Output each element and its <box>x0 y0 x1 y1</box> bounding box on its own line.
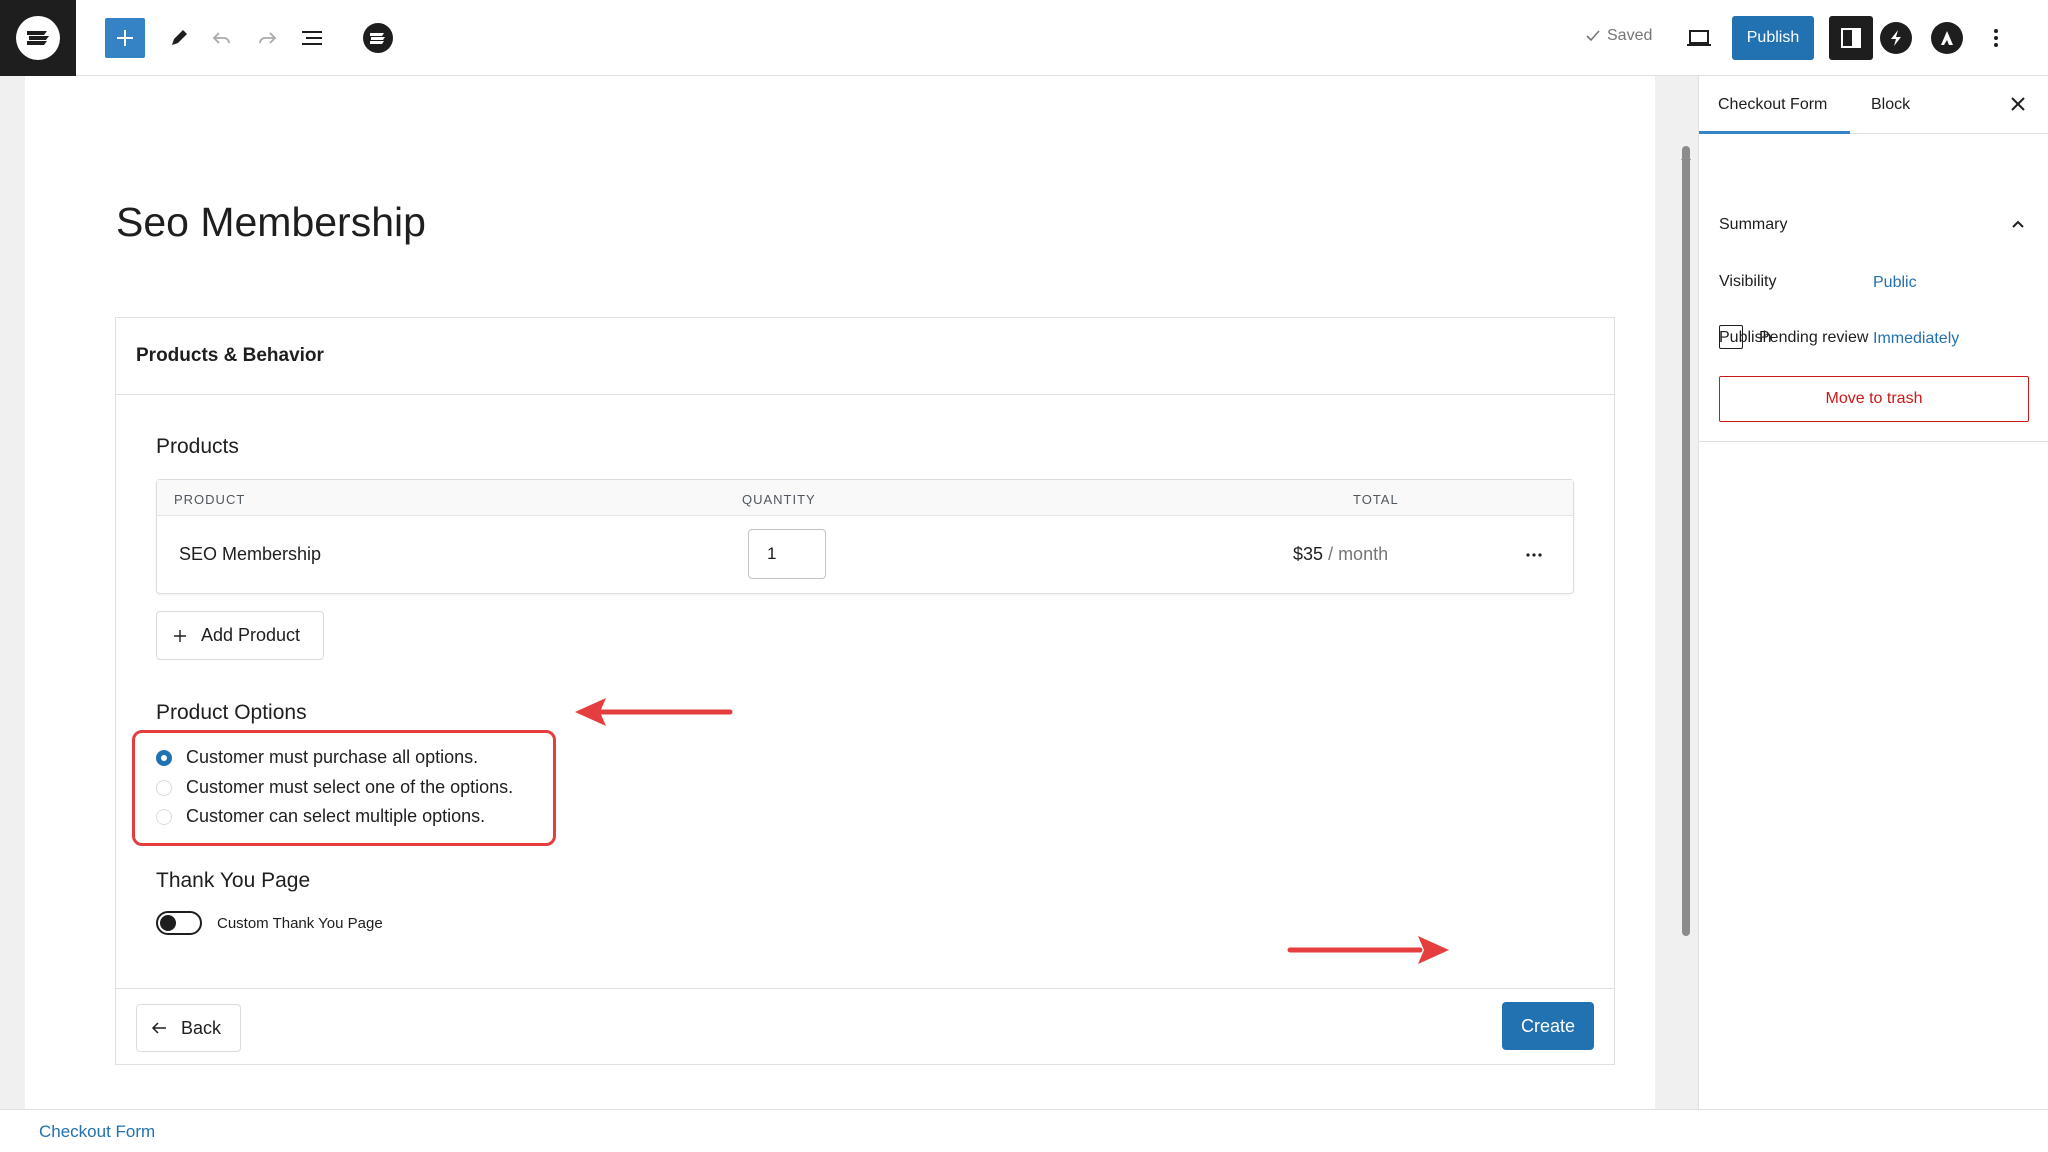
sidebar-tabs: Checkout Form Block <box>1699 76 2048 134</box>
back-button[interactable]: Back <box>136 1004 241 1052</box>
undo-button[interactable] <box>206 22 238 54</box>
surecart-icon <box>363 23 393 53</box>
card-header: Products & Behavior <box>116 318 1614 395</box>
column-quantity: QUANTITY <box>742 492 816 507</box>
close-icon <box>2011 97 2025 111</box>
surecart-logo-icon <box>16 16 60 60</box>
thank-you-heading: Thank You Page <box>156 869 311 892</box>
astra-icon <box>1941 31 1953 45</box>
document-overview-button[interactable] <box>296 22 328 54</box>
more-vertical-icon <box>1994 29 1998 47</box>
annotation-arrow-right <box>1287 936 1449 964</box>
close-sidebar-button[interactable] <box>2008 94 2028 119</box>
scrollbar[interactable] <box>1682 146 1690 936</box>
table-header: PRODUCT QUANTITY TOTAL <box>157 480 1573 516</box>
custom-thank-you-label: Custom Thank You Page <box>217 914 383 932</box>
plus-icon <box>174 629 186 642</box>
checkmark-icon <box>1586 30 1600 42</box>
add-block-button[interactable] <box>105 18 145 58</box>
site-logo-button[interactable] <box>0 0 76 76</box>
options-menu-button[interactable] <box>1980 22 2012 54</box>
quantity-input[interactable]: 1 <box>748 529 826 579</box>
products-heading: Products <box>156 435 239 458</box>
breadcrumb-checkout-form[interactable]: Checkout Form <box>39 1122 155 1142</box>
top-toolbar: Saved Publish <box>0 0 2048 76</box>
publish-button[interactable]: Publish <box>1732 16 1814 60</box>
pending-review-checkbox[interactable] <box>1719 325 1743 349</box>
tab-checkout-form[interactable]: Checkout Form <box>1718 96 1827 114</box>
saved-label: Saved <box>1607 27 1653 44</box>
redo-button[interactable] <box>251 22 283 54</box>
settings-sidebar-toggle[interactable] <box>1829 16 1873 60</box>
chevron-up-icon[interactable] <box>2010 216 2026 232</box>
column-product: PRODUCT <box>174 492 246 507</box>
custom-thank-you-setting: Custom Thank You Page <box>156 911 383 935</box>
plus-icon <box>117 30 133 46</box>
move-to-trash-button[interactable]: Move to trash <box>1719 376 2029 422</box>
bolt-icon <box>1891 30 1901 46</box>
table-row: SEO Membership 1 $35 / month <box>157 516 1573 594</box>
add-product-label: Add Product <box>201 625 301 645</box>
tab-block[interactable]: Block <box>1871 96 1910 114</box>
summary-panel-toggle[interactable] <box>1699 204 2048 244</box>
card-footer: Back Create <box>116 988 1614 1065</box>
breadcrumb-bar: Checkout Form <box>0 1109 2048 1152</box>
add-product-button[interactable]: Add Product <box>156 611 324 660</box>
pencil-icon <box>172 30 187 45</box>
desktop-preview-icon <box>1687 30 1711 46</box>
publish-date-value[interactable]: Immediately <box>1873 330 1959 348</box>
undo-icon <box>212 32 230 44</box>
annotation-highlight-box <box>132 730 556 846</box>
row-actions-button[interactable] <box>1519 540 1549 570</box>
list-view-icon <box>302 31 322 45</box>
spectra-plugin-button[interactable] <box>1880 22 1912 54</box>
column-total: TOTAL <box>1353 492 1399 507</box>
astra-plugin-button[interactable] <box>1931 22 1963 54</box>
save-status: Saved <box>1585 27 1652 45</box>
total-period: / month <box>1328 544 1389 564</box>
visibility-label: Visibility <box>1719 273 1777 290</box>
pending-review-label: Pending review <box>1759 329 1869 346</box>
surecart-button[interactable] <box>360 20 396 56</box>
arrow-left-icon <box>151 1022 166 1034</box>
back-label: Back <box>181 1017 222 1038</box>
visibility-value[interactable]: Public <box>1873 274 1917 292</box>
preview-button[interactable] <box>1683 22 1715 54</box>
edit-tool-button[interactable] <box>163 22 195 54</box>
product-name: SEO Membership <box>179 544 322 564</box>
redo-icon <box>259 32 277 44</box>
total-amount: $35 <box>1293 544 1324 564</box>
settings-sidebar: Checkout Form Block Summary Visibility P… <box>1698 76 2048 1109</box>
sidebar-icon <box>1841 28 1861 48</box>
custom-thank-you-toggle[interactable] <box>156 911 202 935</box>
product-total: $35 / month <box>1293 544 1388 565</box>
products-table: PRODUCT QUANTITY TOTAL SEO Membership 1 … <box>156 479 1574 594</box>
more-horizontal-icon <box>1526 553 1542 557</box>
create-button[interactable]: Create <box>1502 1002 1594 1050</box>
page-title[interactable]: Seo Membership <box>116 199 426 246</box>
product-options-heading: Product Options <box>156 701 307 724</box>
annotation-arrow-left <box>575 698 733 726</box>
editor-window: Saved Publish Seo Membership Products & … <box>0 0 2048 1152</box>
